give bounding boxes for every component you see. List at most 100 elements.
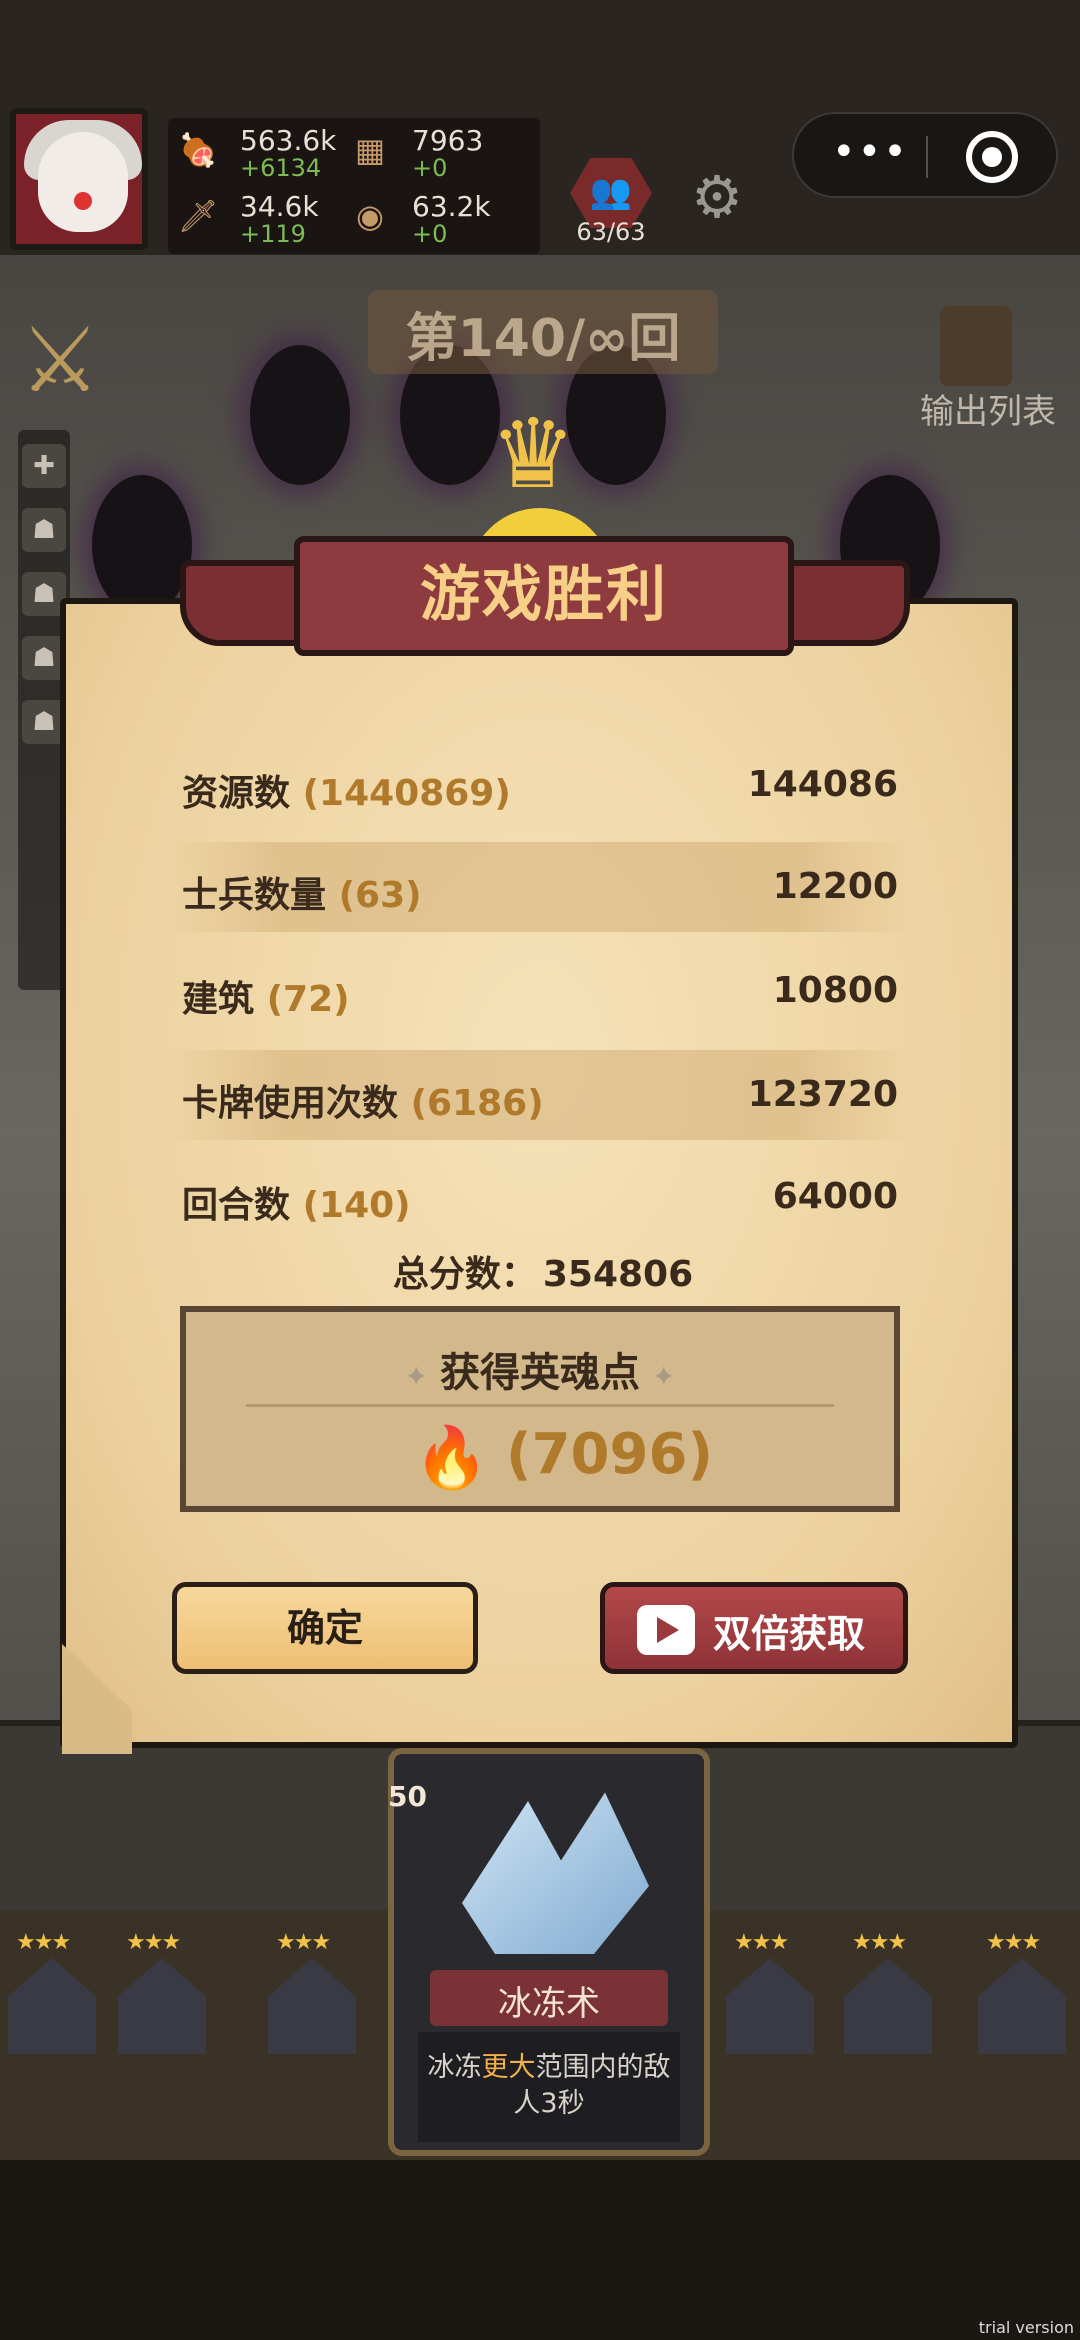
row-label: 资源数 (1440869) xyxy=(182,764,511,816)
star-rating-icon: ★★★ xyxy=(276,1930,331,1955)
double-reward-label: 双倍获取 xyxy=(713,1612,866,1656)
row-label-text: 建筑 xyxy=(182,979,255,1020)
sword-icon: 🗡 xyxy=(177,197,219,235)
card-cost: 50 xyxy=(388,1780,427,1813)
resource-gold: ◉ 63.2k +0 xyxy=(348,188,528,248)
row-label-text: 资源数 xyxy=(182,773,291,814)
player-avatar[interactable] xyxy=(10,108,148,250)
capsule-divider xyxy=(926,136,928,178)
sparkle-icon: ✦ xyxy=(652,1360,676,1393)
star-rating-icon: ★★★ xyxy=(986,1930,1041,1955)
score-row: 士兵数量 (63) 12200 xyxy=(170,842,910,932)
population-badge[interactable]: 👥 63/63 xyxy=(570,158,652,246)
resource-meat: 🍖 563.6k +6134 xyxy=(176,122,356,182)
resource-panel: 🍖 563.6k +6134 ▦ 7963 +0 🗡 34.6k +119 ◉ … xyxy=(168,118,540,254)
resource-delta: +0 xyxy=(412,154,448,182)
house-icon xyxy=(8,1958,96,2054)
score-row: 资源数 (1440869) 144086 xyxy=(170,740,910,830)
settings-gear-icon[interactable]: ⚙ xyxy=(684,164,750,230)
soul-title-text: 获得英魂点 xyxy=(440,1350,640,1396)
soul-title: ✦ 获得英魂点 ✦ xyxy=(186,1340,894,1398)
double-reward-button[interactable]: 双倍获取 xyxy=(600,1582,908,1674)
soul-points-box: ✦ 获得英魂点 ✦ 🔥 (7096) xyxy=(180,1306,900,1512)
crown-icon: ♛ xyxy=(489,398,577,510)
dialog-title: 游戏胜利 xyxy=(420,560,668,630)
page-fold xyxy=(62,1644,132,1754)
resource-value: 63.2k xyxy=(412,190,491,223)
desc-highlight: 更大 xyxy=(481,2052,536,2083)
row-count: (1440869) xyxy=(302,773,511,814)
score-row: 卡牌使用次数 (6186) 123720 xyxy=(170,1050,910,1140)
row-value: 64000 xyxy=(772,1176,898,1217)
blue-flame-icon: 🔥 xyxy=(414,1423,489,1493)
sparkle-icon: ✦ xyxy=(404,1360,428,1393)
avatar-face xyxy=(38,132,128,232)
video-ad-icon xyxy=(637,1605,695,1655)
soul-points-value: (7096) xyxy=(506,1422,714,1487)
row-value: 123720 xyxy=(747,1074,898,1115)
wood-icon: ▦ xyxy=(354,131,386,169)
house-icon xyxy=(118,1958,206,2054)
house-icon xyxy=(978,1958,1066,2054)
resource-soldier: 🗡 34.6k +119 xyxy=(176,188,356,248)
desc-suffix: 范围内的敌人3秒 xyxy=(513,2052,671,2119)
people-icon: 👥 xyxy=(589,172,633,212)
avatar-nose xyxy=(74,192,92,210)
building-tile[interactable]: ★★★ xyxy=(718,1930,822,2060)
shield-icon[interactable]: ✚ xyxy=(22,444,66,488)
house-icon xyxy=(268,1958,356,2054)
score-row: 建筑 (72) 10800 xyxy=(170,946,910,1036)
row-value: 10800 xyxy=(772,970,898,1011)
row-label-text: 回合数 xyxy=(182,1185,291,1226)
round-counter: 第140/∞回 xyxy=(405,309,681,369)
house-icon xyxy=(726,1958,814,2054)
population-count: 63/63 xyxy=(576,218,646,246)
meat-icon: 🍖 xyxy=(178,131,218,169)
row-label: 建筑 (72) xyxy=(182,970,350,1022)
output-list-label[interactable]: 输出列表 xyxy=(920,384,1080,433)
row-count: (63) xyxy=(338,875,422,916)
building-tile[interactable]: ★★★ xyxy=(110,1930,214,2060)
divider xyxy=(246,1404,834,1407)
star-rating-icon: ★★★ xyxy=(126,1930,181,1955)
row-label-text: 卡牌使用次数 xyxy=(182,1083,399,1124)
building-tile[interactable]: ★★★ xyxy=(970,1930,1074,2060)
resource-delta: +6134 xyxy=(240,154,322,182)
desc-prefix: 冰冻 xyxy=(427,2052,482,2083)
card-description: 冰冻更大范围内的敌人3秒 xyxy=(418,2050,680,2122)
coin-icon: ◉ xyxy=(356,197,384,235)
building-tile[interactable]: ★★★ xyxy=(260,1930,364,2060)
row-value: 144086 xyxy=(747,764,898,805)
building-tile[interactable]: ★★★ xyxy=(0,1930,104,2060)
resource-wood: ▦ 7963 +0 xyxy=(348,122,528,182)
total-value: 354806 xyxy=(542,1254,694,1295)
score-row: 回合数 (140) 64000 xyxy=(170,1152,910,1242)
miniprogram-capsule: ••• xyxy=(792,112,1058,198)
resource-value: 563.6k xyxy=(240,124,337,157)
confirm-button[interactable]: 确定 xyxy=(172,1582,478,1674)
row-count: (72) xyxy=(266,979,350,1020)
building-tile[interactable]: ★★★ xyxy=(836,1930,940,2060)
row-label-text: 士兵数量 xyxy=(182,875,327,916)
star-rating-icon: ★★★ xyxy=(852,1930,907,1955)
resource-delta: +0 xyxy=(412,220,448,248)
row-count: (140) xyxy=(302,1185,411,1226)
total-label: 总分数： xyxy=(392,1254,537,1295)
resource-value: 34.6k xyxy=(240,190,319,223)
output-list-icon[interactable] xyxy=(940,306,1012,386)
sword-emblem-icon[interactable]: ⚔ xyxy=(14,296,106,426)
row-label: 回合数 (140) xyxy=(182,1176,411,1228)
total-score: 总分数： 354806 xyxy=(340,1245,740,1297)
house-icon xyxy=(844,1958,932,2054)
resource-value: 7963 xyxy=(412,124,484,157)
bottom-strip xyxy=(0,2160,1080,2340)
star-rating-icon: ★★★ xyxy=(734,1930,789,1955)
resource-delta: +119 xyxy=(240,220,306,248)
hero-portrait-icon[interactable]: ☗ xyxy=(22,508,66,552)
game-screen: ★★★ ★★★ ★★★ ★★★ ★★★ ★★★ 🍖 563.6k +6134 ▦… xyxy=(0,0,1080,2340)
row-label: 士兵数量 (63) xyxy=(182,866,422,918)
ice-crystal-icon xyxy=(462,1792,649,1954)
card-name: 冰冻术 xyxy=(498,1984,600,2024)
close-target-icon[interactable] xyxy=(966,131,1018,183)
more-dots-icon[interactable]: ••• xyxy=(832,132,922,180)
